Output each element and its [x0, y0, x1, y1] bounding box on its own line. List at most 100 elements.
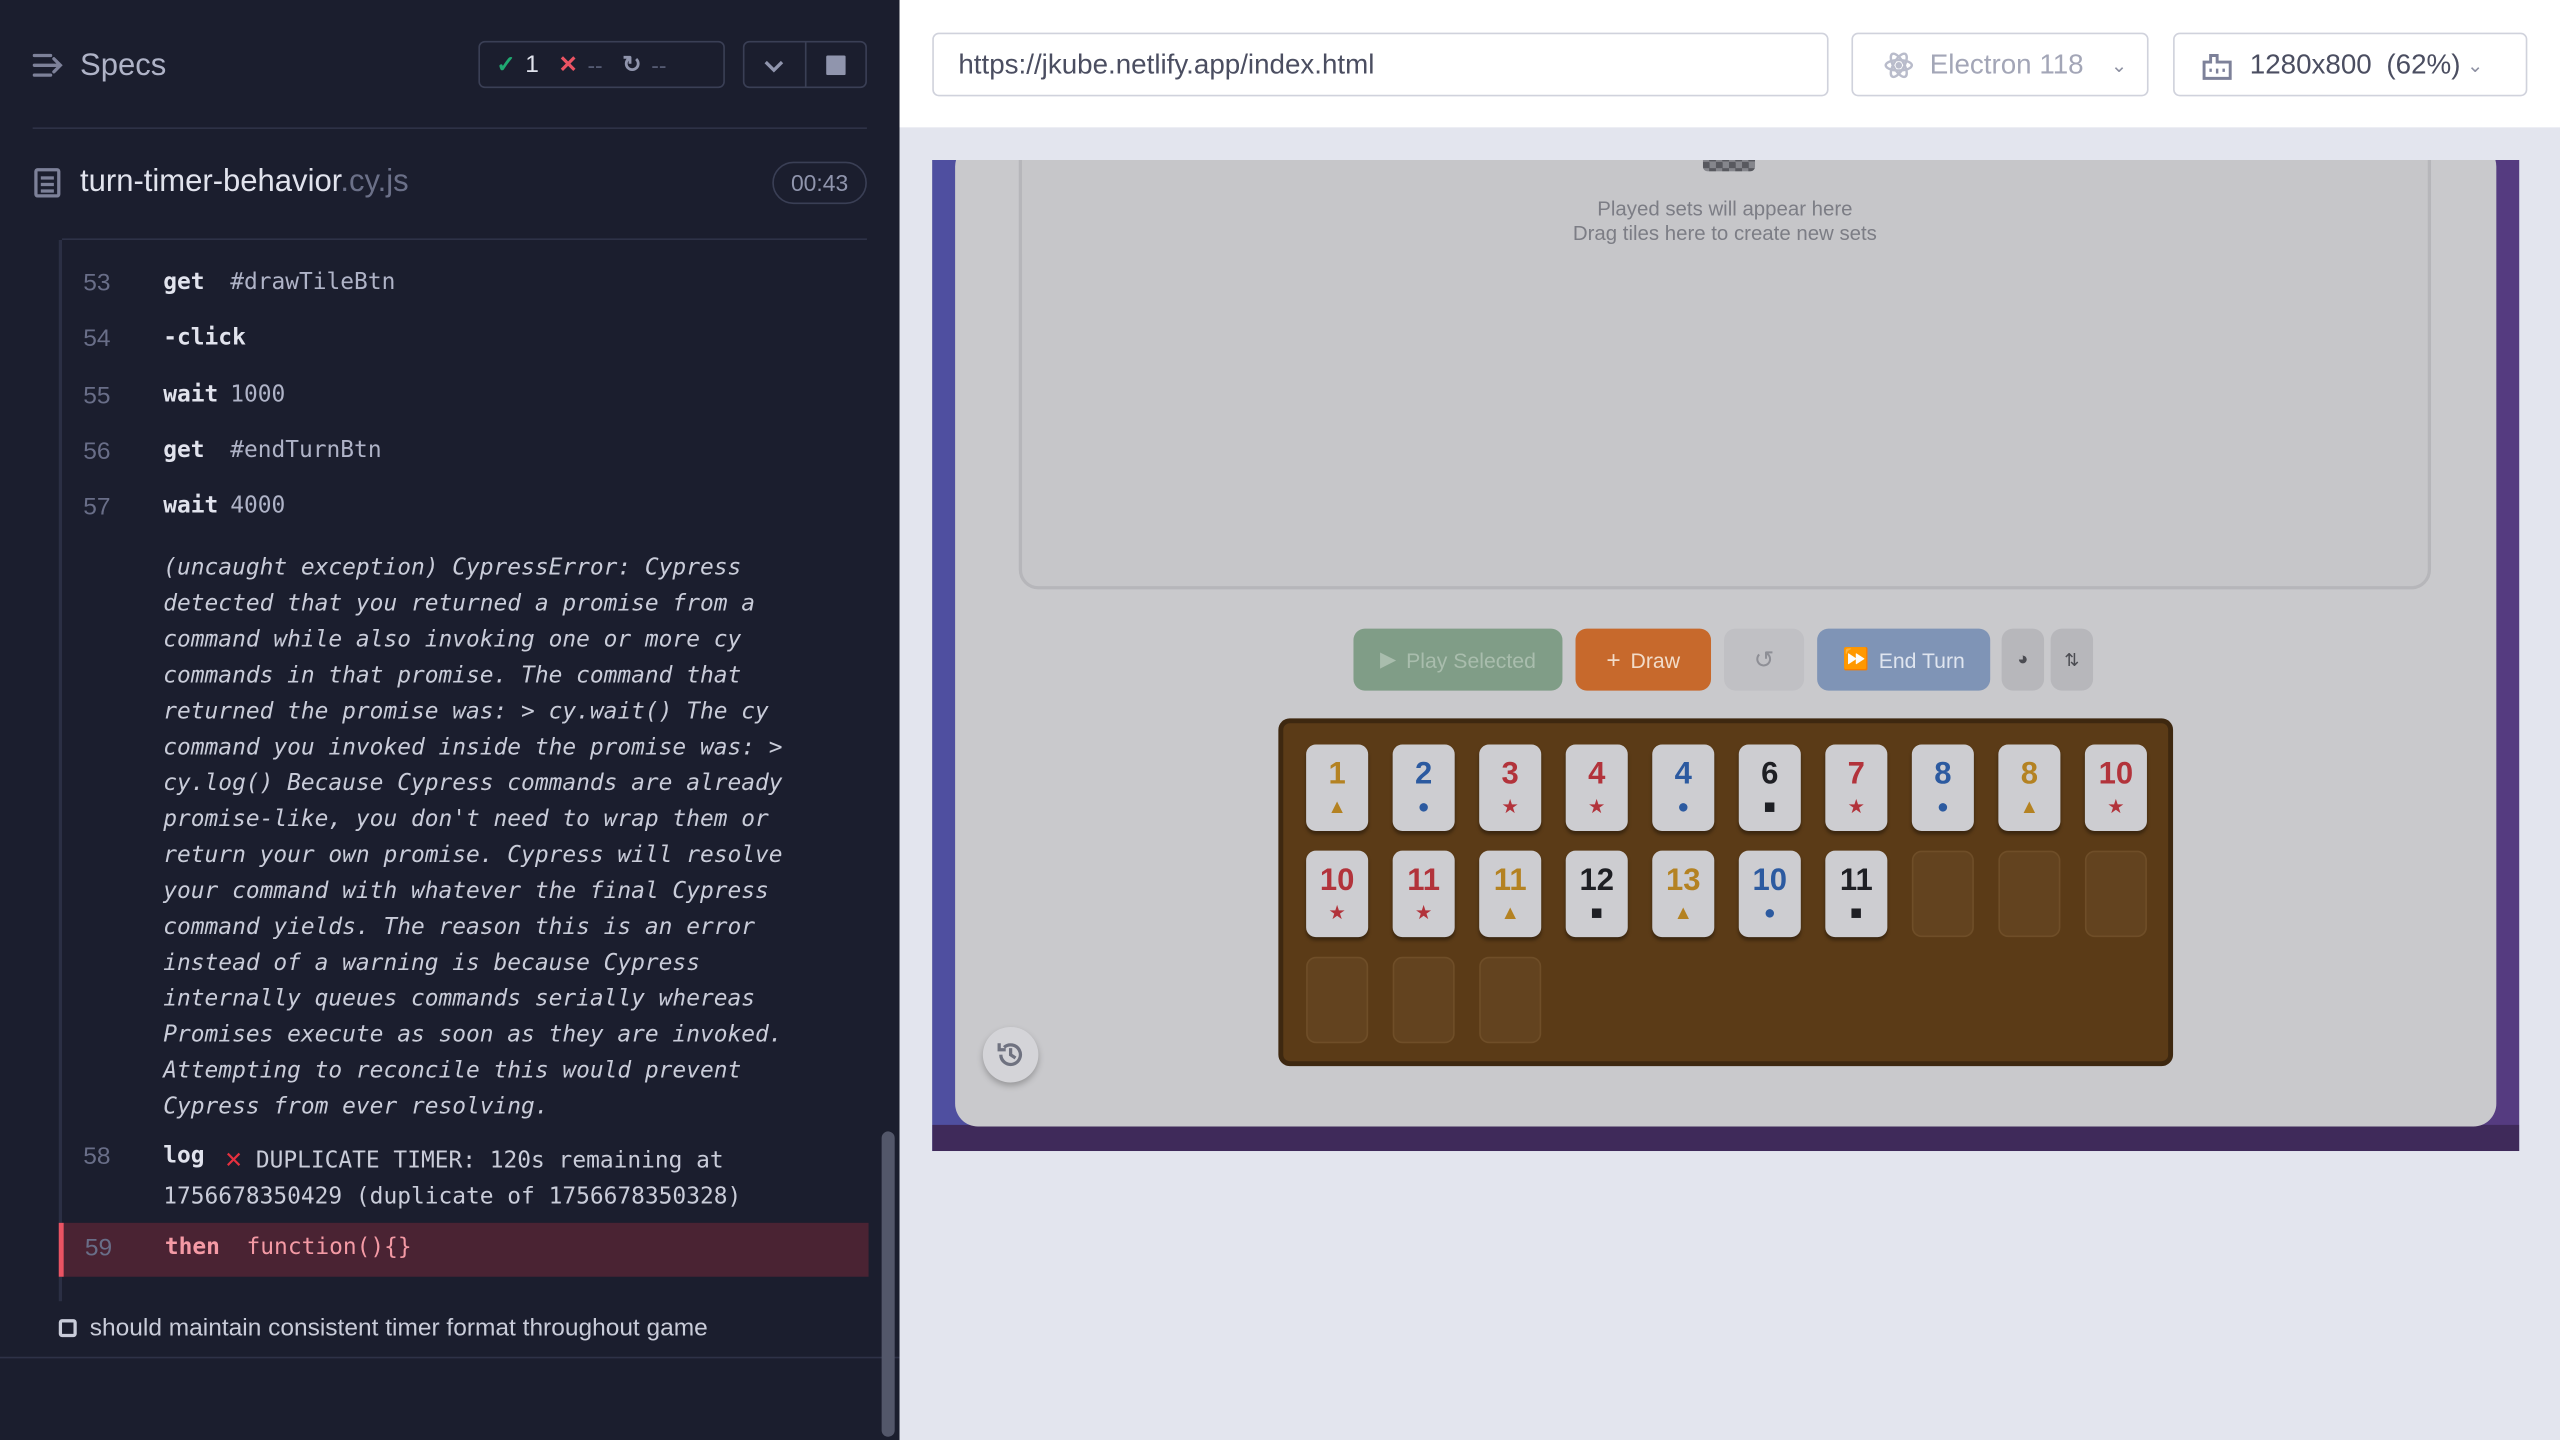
rack-tile[interactable]: 3 ★: [1479, 744, 1542, 832]
tile-symbol-icon: ●: [1936, 795, 1949, 818]
undo-button[interactable]: ↺: [1724, 628, 1805, 691]
rack-tile[interactable]: 10 ★: [2084, 744, 2147, 832]
tile-symbol-icon: ■: [1850, 901, 1863, 925]
sort-number-button[interactable]: ⇅: [2050, 628, 2094, 691]
test-item[interactable]: should maintain consistent timer format …: [58, 1314, 708, 1343]
command-row[interactable]: 53 get #drawTileBtn: [62, 269, 872, 305]
rack-tile[interactable]: 11 ★: [1392, 850, 1455, 938]
specs-menu-icon[interactable]: [32, 51, 66, 80]
end-turn-button[interactable]: ⏩ End Turn: [1817, 628, 1991, 691]
failed-stat: ✕ --: [558, 51, 602, 79]
rack-tile[interactable]: 4 ★: [1565, 744, 1628, 832]
empty-rack-slot[interactable]: [2084, 850, 2147, 938]
board-icon: [1702, 160, 1756, 172]
action-buttons: ▶ Play Selected + Draw ↺ ⏩ End Turn ◕ ⇅: [955, 628, 2496, 691]
command-number: 53: [83, 269, 111, 298]
specs-title[interactable]: Specs: [80, 49, 166, 85]
tile-value: 13: [1665, 863, 1701, 898]
sort-color-button[interactable]: ◕: [2001, 628, 2045, 691]
rack-tile[interactable]: 11 ■: [1825, 850, 1888, 938]
spec-name: turn-timer-behavior: [80, 164, 341, 200]
command-message: #drawTileBtn: [230, 269, 396, 296]
app-under-test: Played sets will appear here Drag tiles …: [932, 160, 2520, 1152]
ruler-icon: [2202, 53, 2232, 80]
tile-value: 4: [1588, 757, 1606, 792]
spinner-icon: ↻: [622, 50, 642, 77]
rack-tile[interactable]: 6 ■: [1738, 744, 1801, 832]
command-name: wait: [163, 382, 219, 409]
tile-value: 4: [1674, 757, 1692, 792]
palette-icon: ◕: [2017, 649, 2029, 670]
plus-icon: +: [1606, 645, 1621, 674]
reporter-scrollbar[interactable]: [881, 1131, 895, 1437]
pending-count: --: [651, 51, 667, 78]
viewport-selector[interactable]: 1280x800 (62%) ⌄: [2173, 32, 2528, 97]
play-icon: ▶: [1380, 646, 1397, 672]
url-field[interactable]: https://jkube.netlify.app/index.html: [932, 32, 1829, 97]
empty-rack-slot[interactable]: [1911, 850, 1974, 938]
command-message: 4000: [230, 493, 286, 520]
tile-value: 6: [1761, 757, 1779, 792]
browser-selector[interactable]: Electron 118 ⌄: [1851, 32, 2149, 97]
draw-button[interactable]: + Draw: [1575, 628, 1712, 691]
test-title: should maintain consistent timer format …: [89, 1314, 708, 1343]
tile-value: 2: [1415, 757, 1433, 792]
play-selected-button[interactable]: ▶ Play Selected: [1353, 628, 1563, 691]
log-command-row[interactable]: 58 log ✕ DUPLICATE TIMER: 120s remaining…: [62, 1141, 872, 1213]
command-row[interactable]: 57 wait 4000: [62, 493, 872, 529]
empty-rack-slot[interactable]: [1392, 956, 1455, 1044]
tile-symbol-icon: ▲: [1500, 901, 1520, 925]
command-log: 53 get #drawTileBtn 54 -click 55 wait 10…: [58, 239, 872, 1302]
fast-forward-icon: ⏩: [1842, 646, 1869, 672]
spec-file-name[interactable]: turn-timer-behavior.cy.js: [80, 165, 409, 201]
history-button[interactable]: [982, 1026, 1039, 1083]
rack-tile[interactable]: 7 ★: [1825, 744, 1888, 832]
tile-symbol-icon: ●: [1677, 795, 1690, 818]
reporter-header: Specs ✓ 1 ✕ -- ↻ --: [0, 0, 900, 131]
tile-symbol-icon: ▲: [1673, 901, 1693, 925]
tile-symbol-icon: ■: [1590, 901, 1603, 925]
tile-value: 10: [2098, 757, 2134, 792]
document-icon: [34, 168, 61, 198]
command-row[interactable]: 55 wait 1000: [62, 382, 872, 418]
rack-tile[interactable]: 8 ●: [1911, 744, 1974, 832]
button-label: Draw: [1630, 647, 1681, 672]
tile-value: 12: [1579, 863, 1614, 898]
tile-symbol-icon: ●: [1417, 795, 1430, 818]
stop-icon: [825, 54, 846, 75]
command-number: 55: [83, 382, 111, 410]
command-number: 59: [84, 1234, 113, 1263]
rack-tile[interactable]: 4 ●: [1652, 744, 1715, 832]
failed-count: --: [587, 51, 603, 78]
tile-value: 8: [2020, 757, 2039, 792]
rack-tile[interactable]: 10 ★: [1306, 850, 1369, 938]
empty-rack-slot[interactable]: [1479, 956, 1542, 1044]
command-row[interactable]: 54 -click: [62, 325, 872, 361]
tile-value: 3: [1501, 757, 1519, 792]
viewport-scale: (62%): [2386, 48, 2461, 80]
spec-ext: .cy.js: [340, 164, 409, 200]
rack-tile[interactable]: 13 ▲: [1652, 850, 1715, 938]
rack-tile[interactable]: 11 ▲: [1479, 850, 1542, 938]
empty-rack-slot[interactable]: [1998, 850, 2061, 938]
app-footer-bar: [932, 1124, 2520, 1152]
stop-button[interactable]: [804, 42, 865, 87]
tile-value: 1: [1328, 757, 1346, 792]
chevron-down-icon: [764, 60, 784, 72]
rack-tile[interactable]: 8 ▲: [1998, 744, 2061, 832]
history-icon: [997, 1043, 1023, 1067]
command-number: 57: [83, 493, 111, 521]
command-number: 56: [83, 437, 111, 466]
tile-value: 8: [1934, 757, 1952, 792]
rack-tile[interactable]: 1 ▲: [1306, 744, 1369, 832]
empty-rack-slot[interactable]: [1306, 956, 1369, 1044]
rack-tile[interactable]: 2 ●: [1392, 744, 1455, 832]
rack-tile[interactable]: 10 ●: [1738, 850, 1801, 938]
active-command-row[interactable]: 59 then function(){}: [58, 1222, 869, 1277]
collapse-button[interactable]: [744, 42, 804, 86]
command-row[interactable]: 56 get #endTurnBtn: [62, 438, 872, 474]
tile-rack: 1 ▲ 2 ● 3 ★ 4 ★ 4 ● 6 ■ 7 ★ 8 ● 8 ▲ 10 ★ 10 ★ 11 ★ 11 ▲ 12 ■ 13 ▲ 10 ● 1…: [1278, 718, 2174, 1067]
tile-symbol-icon: ★: [2107, 795, 2125, 818]
rack-tile[interactable]: 12 ■: [1565, 850, 1628, 938]
game-board[interactable]: Played sets will appear here Drag tiles …: [1018, 160, 2432, 590]
